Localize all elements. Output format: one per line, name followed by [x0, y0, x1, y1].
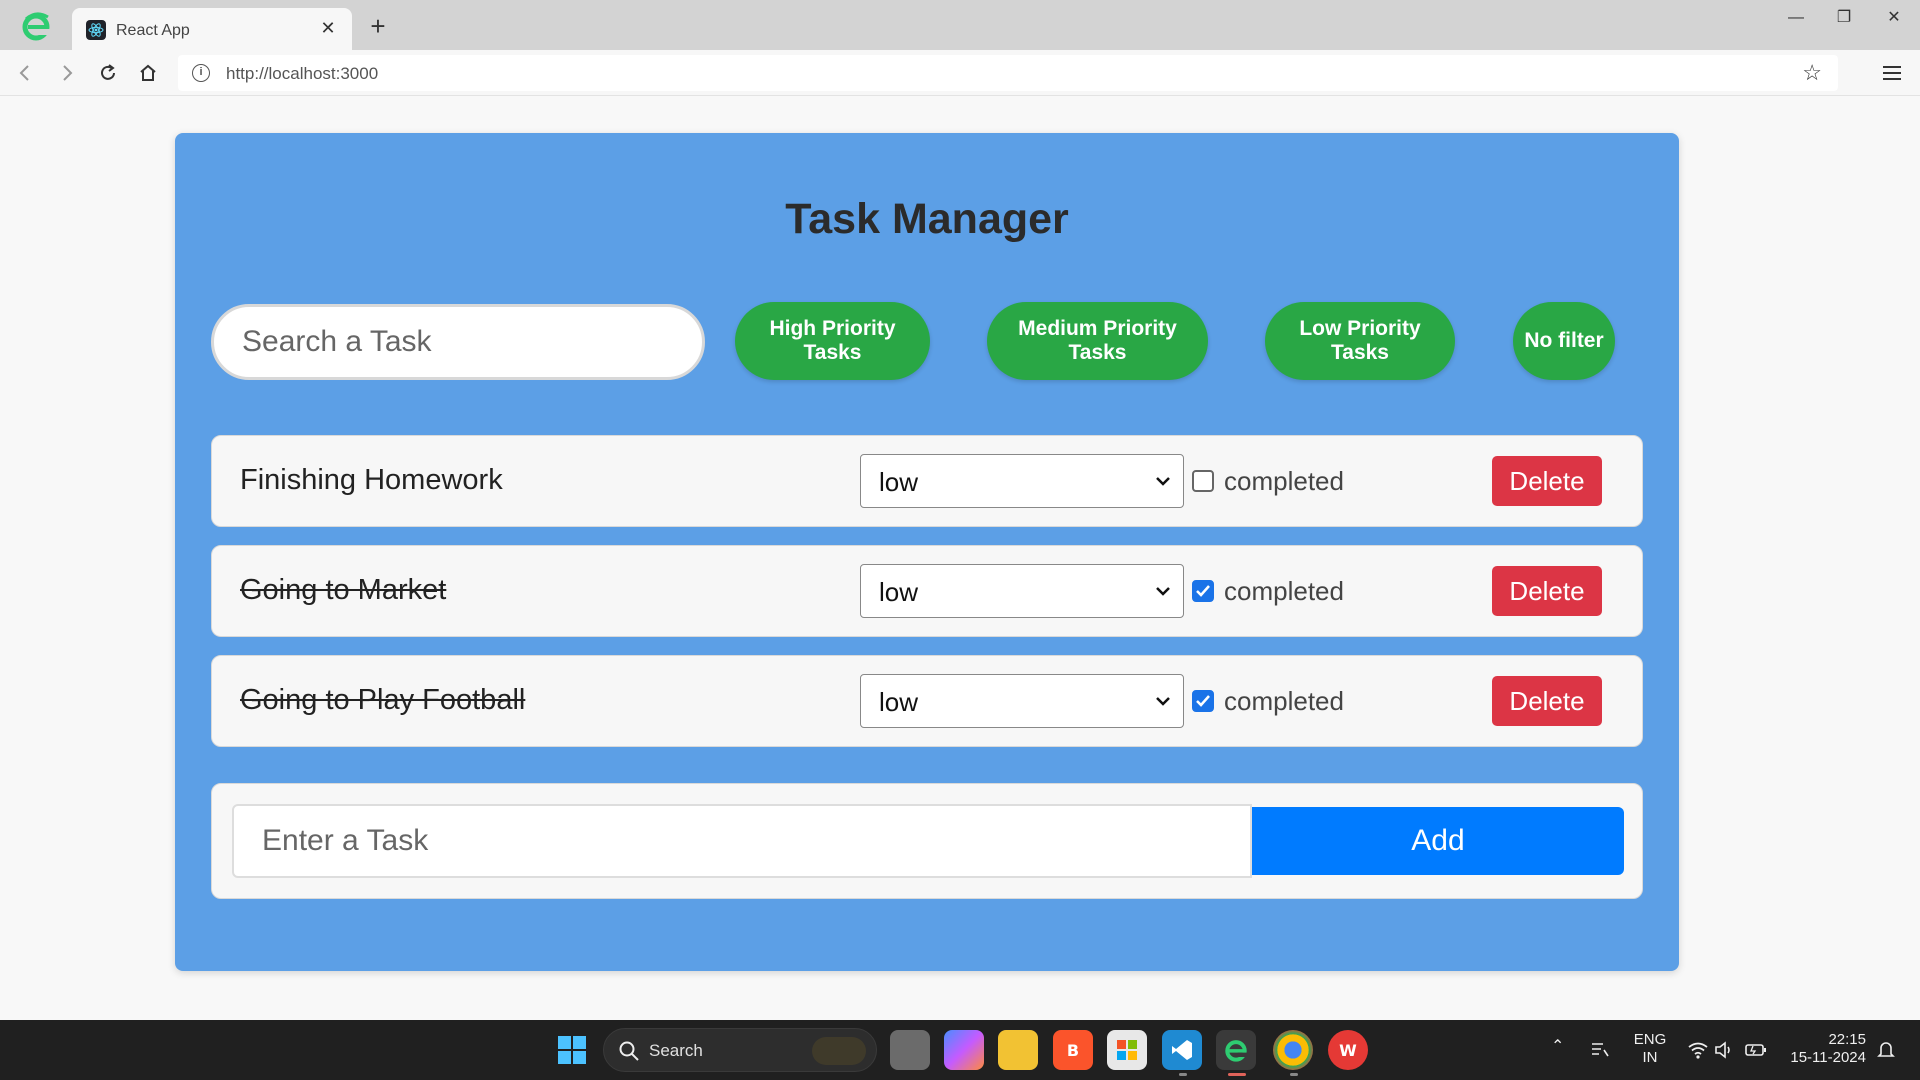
- priority-select[interactable]: low: [860, 454, 1184, 508]
- completed-checkbox[interactable]: [1192, 580, 1214, 602]
- task-row: Finishing Homework low completed Delete: [211, 435, 1643, 527]
- priority-select-value: low: [879, 577, 919, 607]
- forward-icon[interactable]: [52, 58, 82, 88]
- priority-select[interactable]: low: [860, 564, 1184, 618]
- taskbar: Search B W ⌃ ENG IN 22:15 15-11-2024: [0, 1020, 1920, 1080]
- react-icon: [86, 20, 106, 40]
- clock-date: 15-11-2024: [1790, 1049, 1866, 1066]
- chevron-down-icon: [1156, 697, 1170, 706]
- file-explorer-icon[interactable]: [998, 1030, 1038, 1070]
- new-task-input[interactable]: [232, 804, 1252, 878]
- url-field[interactable]: i http://localhost:3000 ☆: [178, 55, 1838, 91]
- bookmark-star-icon[interactable]: ☆: [1802, 60, 1822, 86]
- clock-time: 22:15: [1828, 1031, 1866, 1048]
- language-indicator[interactable]: ENG IN: [1630, 1031, 1670, 1067]
- search-highlight-icon: [812, 1037, 866, 1065]
- close-tab-icon[interactable]: ✕: [316, 16, 340, 40]
- task-name: Going to Play Football: [240, 684, 526, 716]
- task-name: Going to Market: [240, 574, 447, 606]
- wifi-icon[interactable]: [1684, 1030, 1712, 1070]
- checkmark-icon: [1196, 695, 1210, 707]
- clock[interactable]: 22:15 15-11-2024: [1782, 1031, 1866, 1067]
- windows-start-icon[interactable]: [552, 1030, 592, 1070]
- reload-icon[interactable]: [93, 58, 123, 88]
- browser-titlebar: React App ✕ + — ❐ ✕: [0, 0, 1920, 50]
- filter-low-priority-button[interactable]: Low Priority Tasks: [1265, 302, 1455, 380]
- search-input[interactable]: [211, 304, 705, 380]
- wps-office-icon[interactable]: W: [1328, 1030, 1368, 1070]
- taskbar-search[interactable]: Search: [603, 1028, 877, 1072]
- search-icon: [619, 1041, 639, 1061]
- notifications-icon[interactable]: [1872, 1030, 1900, 1070]
- volume-icon[interactable]: [1710, 1030, 1738, 1070]
- taskbar-search-label: Search: [649, 1041, 703, 1060]
- priority-select[interactable]: low: [860, 674, 1184, 728]
- language-line1: ENG: [1633, 1031, 1667, 1048]
- browser-logo-icon[interactable]: [20, 10, 52, 42]
- completed-label: completed: [1224, 686, 1344, 716]
- chrome-icon[interactable]: [1273, 1030, 1313, 1070]
- delete-button[interactable]: Delete: [1492, 676, 1602, 726]
- add-task-form: Add: [211, 783, 1643, 899]
- tab-title: React App: [116, 22, 190, 39]
- completed-checkbox[interactable]: [1192, 690, 1214, 712]
- completed-label: completed: [1224, 466, 1344, 496]
- back-icon[interactable]: [10, 58, 40, 88]
- no-filter-button[interactable]: No filter: [1513, 302, 1615, 380]
- window-close-icon[interactable]: ✕: [1874, 4, 1914, 32]
- browser-tab[interactable]: React App ✕: [72, 8, 352, 50]
- page-title: Task Manager: [785, 195, 1069, 243]
- new-tab-icon[interactable]: +: [364, 12, 392, 40]
- browser-app-icon[interactable]: [1216, 1030, 1256, 1070]
- priority-select-value: low: [879, 467, 919, 497]
- delete-button[interactable]: Delete: [1492, 566, 1602, 616]
- vscode-icon[interactable]: [1162, 1030, 1202, 1070]
- priority-select-value: low: [879, 687, 919, 717]
- checkmark-icon: [1196, 585, 1210, 597]
- task-manager-card: Task Manager High Priority Tasks Medium …: [175, 133, 1679, 971]
- input-indicator-icon[interactable]: [1584, 1030, 1616, 1070]
- chevron-down-icon: [1156, 587, 1170, 596]
- filter-high-priority-button[interactable]: High Priority Tasks: [735, 302, 930, 380]
- browser-active-indicator: [1228, 1073, 1246, 1076]
- language-line2: IN: [1642, 1049, 1658, 1066]
- address-bar: i http://localhost:3000 ☆: [0, 50, 1920, 96]
- chrome-running-indicator: [1290, 1073, 1298, 1076]
- site-info-icon[interactable]: i: [192, 64, 210, 82]
- add-button[interactable]: Add: [1252, 807, 1624, 875]
- completed-checkbox[interactable]: [1192, 470, 1214, 492]
- delete-button[interactable]: Delete: [1492, 456, 1602, 506]
- brave-browser-icon[interactable]: B: [1053, 1030, 1093, 1070]
- copilot-icon[interactable]: [944, 1030, 984, 1070]
- battery-icon[interactable]: [1742, 1030, 1770, 1070]
- home-icon[interactable]: [133, 58, 163, 88]
- vscode-running-indicator: [1179, 1073, 1187, 1076]
- chevron-down-icon: [1156, 477, 1170, 486]
- minimize-icon[interactable]: —: [1776, 4, 1816, 32]
- task-row: Going to Market low completed Delete: [211, 545, 1643, 637]
- chevron-up-icon[interactable]: ⌃: [1551, 1038, 1564, 1056]
- url-text[interactable]: http://localhost:3000: [226, 64, 378, 84]
- filter-medium-priority-button[interactable]: Medium Priority Tasks: [987, 302, 1208, 380]
- task-view-icon[interactable]: [890, 1030, 930, 1070]
- restore-icon[interactable]: ❐: [1824, 4, 1864, 32]
- task-name: Finishing Homework: [240, 464, 503, 496]
- completed-label: completed: [1224, 576, 1344, 606]
- microsoft-store-icon[interactable]: [1107, 1030, 1147, 1070]
- task-row: Going to Play Football low completed Del…: [211, 655, 1643, 747]
- menu-icon[interactable]: [1880, 62, 1904, 84]
